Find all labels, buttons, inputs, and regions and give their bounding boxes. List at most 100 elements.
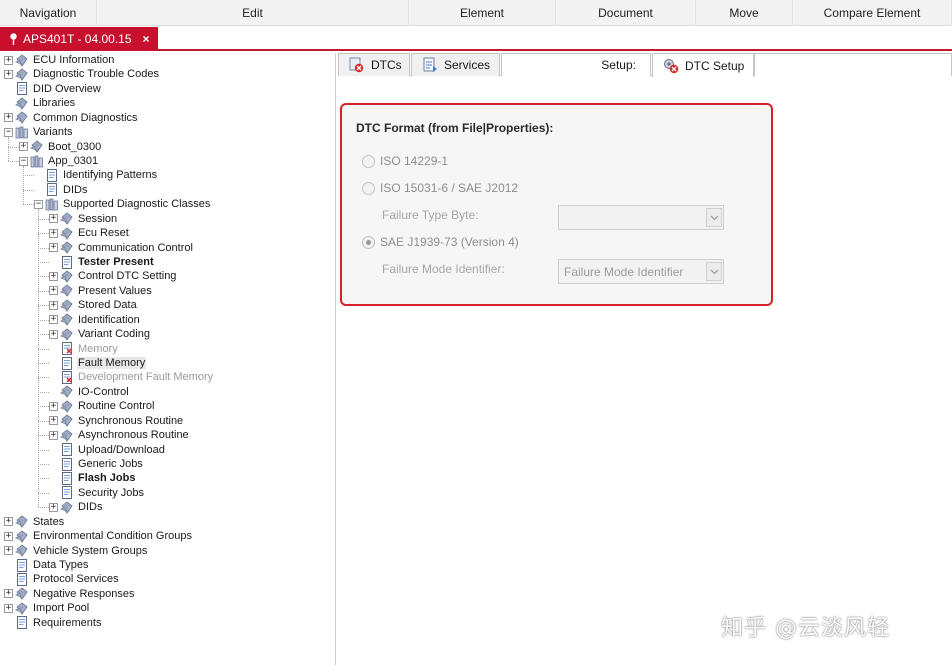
expand-icon[interactable]: + bbox=[49, 243, 58, 253]
tab-services[interactable]: Services bbox=[411, 53, 500, 76]
tree-item[interactable]: + Stored Data bbox=[49, 298, 138, 312]
tree-item-label: Libraries bbox=[33, 97, 76, 110]
dtc-error-icon bbox=[349, 57, 364, 73]
tree-item[interactable]: DID Overview bbox=[4, 82, 102, 96]
expand-icon[interactable]: + bbox=[4, 69, 13, 79]
tree-item[interactable]: + Present Values bbox=[49, 284, 153, 298]
tree-item[interactable]: + Negative Responses bbox=[4, 587, 136, 601]
tree-item[interactable]: + Control DTC Setting bbox=[49, 269, 177, 283]
expand-icon[interactable]: + bbox=[4, 603, 13, 613]
document-tab[interactable]: APS401T - 04.00.15 × bbox=[0, 27, 158, 50]
tree-item[interactable]: + Diagnostic Trouble Codes bbox=[4, 67, 160, 81]
expand-icon[interactable]: + bbox=[49, 271, 58, 281]
collapse-icon[interactable]: − bbox=[34, 199, 43, 209]
expand-icon[interactable]: + bbox=[4, 517, 13, 527]
tree-item[interactable]: Tester Present bbox=[49, 255, 155, 269]
tree-connector bbox=[49, 258, 58, 267]
radio-saej1939[interactable]: SAE J1939-73 (Version 4) bbox=[362, 235, 519, 249]
expand-icon[interactable]: + bbox=[49, 315, 58, 325]
tree-item[interactable]: + Synchronous Routine bbox=[49, 414, 184, 428]
radio-iso14229-button[interactable] bbox=[362, 154, 375, 168]
expand-icon[interactable]: + bbox=[49, 502, 58, 512]
expand-icon[interactable]: + bbox=[49, 416, 58, 426]
tree-item[interactable]: + Environmental Condition Groups bbox=[4, 529, 193, 543]
tree-item[interactable]: Memory bbox=[49, 342, 119, 356]
tree-item[interactable]: + ECU Information bbox=[4, 53, 115, 67]
tree-item[interactable]: − Variants bbox=[4, 125, 74, 139]
tree-item[interactable]: + DIDs bbox=[49, 500, 103, 514]
tree-connector bbox=[4, 84, 13, 93]
service-class-icon bbox=[59, 313, 74, 326]
expand-icon[interactable]: + bbox=[49, 214, 58, 224]
tree-item[interactable]: DIDs bbox=[34, 183, 88, 197]
menu-move[interactable]: Move bbox=[696, 0, 793, 26]
tree-item[interactable]: + Common Diagnostics bbox=[4, 111, 139, 125]
expand-icon[interactable]: + bbox=[49, 228, 58, 238]
tree-item[interactable]: + Boot_0300 bbox=[19, 140, 102, 154]
radio-saej1939-button[interactable] bbox=[362, 235, 375, 249]
tree-item[interactable]: Requirements bbox=[4, 616, 102, 630]
tree-connector bbox=[38, 507, 49, 509]
tree-item[interactable]: IO-Control bbox=[49, 385, 130, 399]
tree-item[interactable]: Identifying Patterns bbox=[34, 168, 158, 182]
tree-item[interactable]: + Asynchronous Routine bbox=[49, 428, 190, 442]
expand-icon[interactable]: + bbox=[49, 286, 58, 296]
tree-item[interactable]: + Communication Control bbox=[49, 241, 194, 255]
tree-item[interactable]: + Routine Control bbox=[49, 399, 155, 413]
tree-item[interactable]: Protocol Services bbox=[4, 572, 120, 586]
radio-iso15031-button[interactable] bbox=[362, 181, 375, 195]
menu-navigation[interactable]: Navigation bbox=[0, 0, 97, 26]
tree-item[interactable]: Flash Jobs bbox=[49, 471, 136, 485]
service-class-icon bbox=[14, 544, 29, 557]
menu-document[interactable]: Document bbox=[556, 0, 696, 26]
expand-icon[interactable]: + bbox=[49, 329, 58, 339]
tree-item[interactable]: Development Fault Memory bbox=[49, 370, 214, 384]
tree-item[interactable]: + Ecu Reset bbox=[49, 226, 130, 240]
tree-item[interactable]: + Variant Coding bbox=[49, 327, 151, 341]
collapse-icon[interactable]: − bbox=[4, 127, 13, 137]
document-icon bbox=[15, 573, 29, 586]
tree-item[interactable]: − App_0301 bbox=[19, 154, 99, 168]
expand-icon[interactable]: + bbox=[4, 531, 13, 541]
radio-iso15031[interactable]: ISO 15031-6 / SAE J2012 bbox=[362, 181, 518, 195]
close-tab-button[interactable]: × bbox=[143, 32, 150, 46]
expand-icon[interactable]: + bbox=[49, 300, 58, 310]
menu-edit[interactable]: Edit bbox=[97, 0, 409, 26]
service-class-icon bbox=[14, 587, 29, 601]
menu-compare-element[interactable]: Compare Element bbox=[793, 0, 952, 26]
failure-mode-identifier-combo[interactable]: Failure Mode Identifier bbox=[558, 259, 724, 284]
tree-item[interactable]: Data Types bbox=[4, 558, 89, 572]
service-class-icon bbox=[14, 68, 29, 81]
tree-item[interactable]: + States bbox=[4, 515, 65, 529]
tree-item[interactable]: + Import Pool bbox=[4, 601, 90, 615]
expand-icon[interactable]: + bbox=[4, 589, 13, 599]
expand-icon[interactable]: + bbox=[4, 113, 13, 123]
radio-iso14229[interactable]: ISO 14229-1 bbox=[362, 154, 448, 168]
chevron-down-icon[interactable] bbox=[706, 208, 722, 227]
tree-item[interactable]: Security Jobs bbox=[49, 486, 145, 500]
tree-item[interactable]: − Supported Diagnostic Classes bbox=[34, 197, 211, 211]
expand-icon[interactable]: + bbox=[49, 401, 58, 411]
tree-item[interactable]: Libraries bbox=[4, 96, 76, 110]
expand-icon[interactable]: + bbox=[4, 546, 13, 556]
expand-icon[interactable]: + bbox=[19, 142, 28, 152]
tab-dtc-setup[interactable]: DTC Setup bbox=[652, 53, 754, 77]
expand-icon[interactable]: + bbox=[49, 430, 58, 440]
document-icon bbox=[45, 168, 59, 182]
tree-item[interactable]: Upload/Download bbox=[49, 443, 166, 457]
collapse-icon[interactable]: − bbox=[19, 156, 28, 166]
tree-item[interactable]: + Session bbox=[49, 212, 118, 226]
chevron-down-icon[interactable] bbox=[706, 262, 722, 281]
tree-item[interactable]: Generic Jobs bbox=[49, 457, 144, 471]
tree-item[interactable]: + Identification bbox=[49, 313, 141, 327]
tree-item[interactable]: + Vehicle System Groups bbox=[4, 544, 148, 558]
failure-type-byte-combo[interactable] bbox=[558, 205, 724, 230]
tree-item[interactable]: Fault Memory bbox=[49, 356, 147, 370]
project-tree[interactable]: + ECU Information + Diagnostic Trouble Code… bbox=[0, 53, 336, 665]
tab-dtcs[interactable]: DTCs bbox=[338, 53, 410, 76]
menu-element[interactable]: Element bbox=[409, 0, 556, 26]
expand-icon[interactable]: + bbox=[4, 55, 13, 65]
tree-connector bbox=[23, 189, 34, 191]
document-icon bbox=[60, 255, 74, 269]
radio-iso15031-label: ISO 15031-6 / SAE J2012 bbox=[380, 181, 519, 195]
